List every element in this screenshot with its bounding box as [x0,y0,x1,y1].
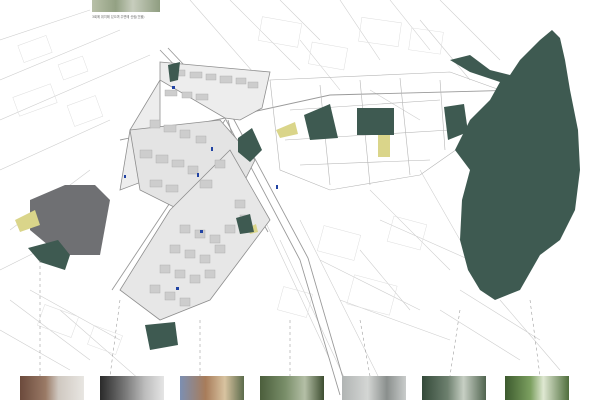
photo-market-street [180,376,244,400]
photo-forest-trees [505,376,569,400]
photo-parking-lot [342,376,406,400]
caption-photo [92,0,160,12]
caption-text: 3회에 위치해 있으며 주변에 신림(건물) [92,15,160,19]
forest-park-area [450,30,580,300]
photo-green-walkway [260,376,324,400]
photo-alley-wall [100,376,164,400]
site-map [0,0,580,396]
caption-line: 3회에 위치해 있으며 주변에 신림(건물) [92,15,145,19]
photo-park-path [422,376,486,400]
photo-street-houses [20,376,84,400]
photo-strip [0,376,600,400]
photo-reference-lines [39,260,541,377]
park-areas [28,30,580,350]
